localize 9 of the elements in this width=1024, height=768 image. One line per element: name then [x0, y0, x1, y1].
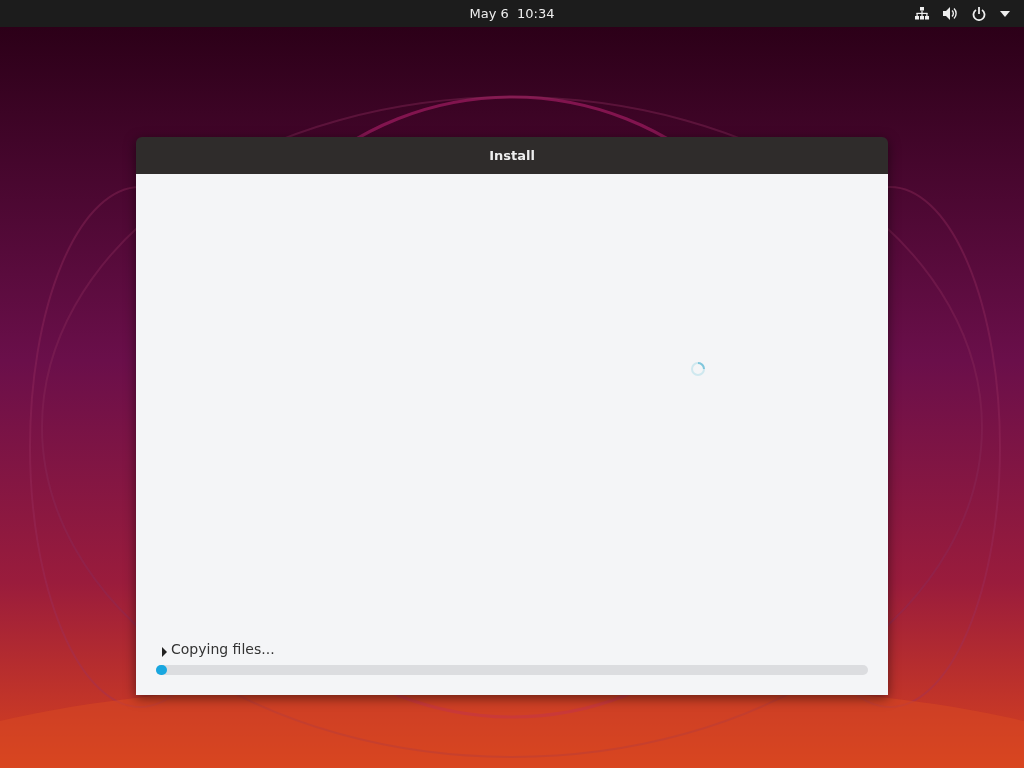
clock[interactable]: May 6 10:34: [469, 6, 555, 21]
expander-arrow-icon[interactable]: [162, 647, 167, 657]
window-title: Install: [489, 148, 535, 163]
power-icon[interactable]: [972, 6, 986, 21]
volume-icon[interactable]: [943, 7, 958, 20]
network-icon[interactable]: [915, 7, 929, 20]
spinner-icon: [690, 361, 706, 377]
status-text: Copying files...: [171, 641, 275, 657]
caret-icon[interactable]: [1000, 10, 1010, 17]
